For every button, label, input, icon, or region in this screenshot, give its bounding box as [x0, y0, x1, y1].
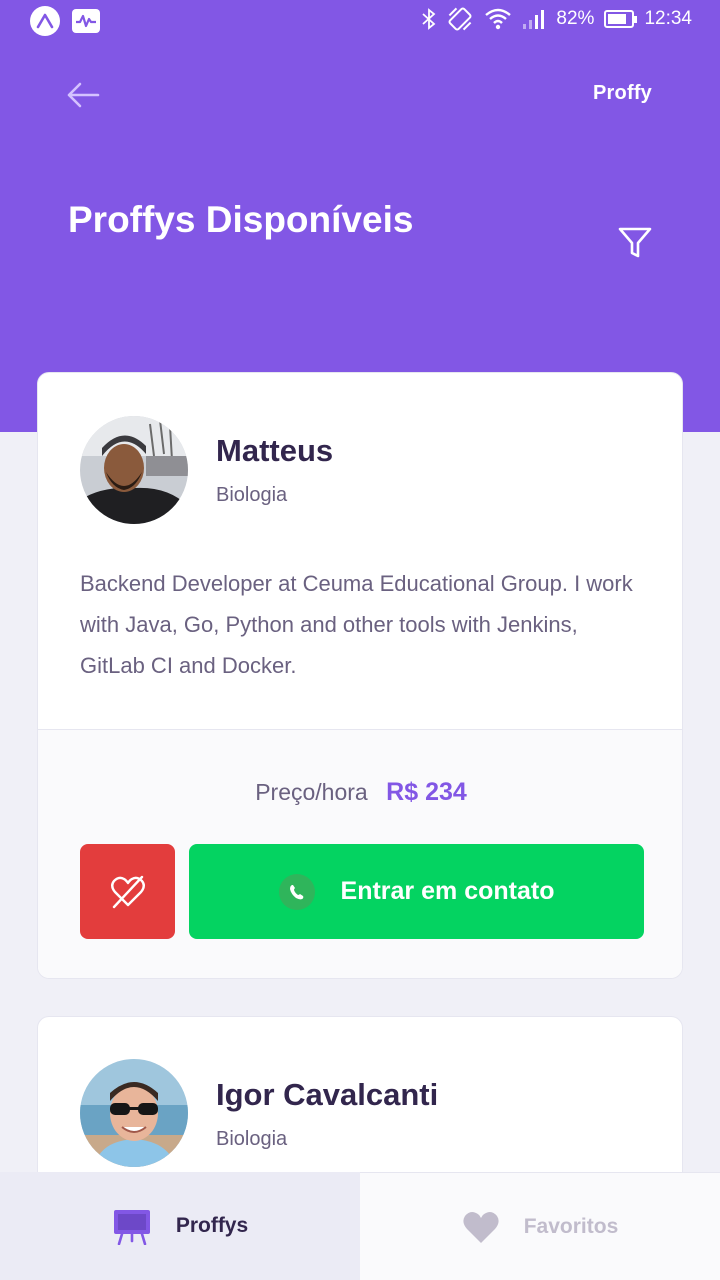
- arrow-left-icon: [67, 82, 100, 108]
- battery-percent: 82%: [556, 8, 595, 29]
- filter-icon: [618, 227, 652, 258]
- teacher-subject: Biologia: [216, 1128, 288, 1150]
- heart-outline-icon: [110, 875, 145, 908]
- vibrate-icon: [448, 7, 472, 31]
- brand-logo: Proffy: [593, 82, 652, 104]
- status-bar: 82% 12:34: [0, 0, 720, 42]
- battery-icon: [604, 10, 638, 28]
- page-header: 82% 12:34 Proffy Proffys Disponíveis: [0, 0, 720, 432]
- avatar: [80, 1059, 188, 1167]
- contact-button[interactable]: Entrar em contato: [189, 844, 644, 939]
- wifi-icon: [485, 8, 512, 30]
- signal-icon: [523, 10, 545, 29]
- activity-app-icon: [72, 9, 100, 33]
- contact-label: Entrar em contato: [340, 877, 555, 905]
- page-title: Proffys Disponíveis: [68, 199, 414, 240]
- tab-favoritos[interactable]: Favoritos: [360, 1172, 720, 1280]
- expo-app-icon: [30, 6, 60, 36]
- teacher-name: Igor Cavalcanti: [216, 1077, 439, 1112]
- teacher-name: Matteus: [216, 433, 334, 468]
- price-value: R$ 234: [386, 778, 467, 806]
- tab-label: Proffys: [175, 1214, 249, 1237]
- clock: 12:34: [644, 8, 692, 29]
- card-footer: Preço/hora R$ 234 Entrar em contato: [38, 729, 682, 978]
- whatsapp-icon: [278, 873, 315, 910]
- back-button[interactable]: [66, 80, 100, 110]
- price-row: Preço/hora R$ 234: [38, 778, 682, 807]
- battery-level: [608, 14, 627, 24]
- teacher-bio: Backend Developer at Ceuma Educational G…: [80, 571, 633, 678]
- heart-icon: [463, 1211, 499, 1243]
- avatar: [80, 416, 188, 524]
- teacher-subject: Biologia: [216, 484, 288, 506]
- tab-label: Favoritos: [523, 1214, 619, 1238]
- unfavorite-button[interactable]: [80, 844, 175, 939]
- bottom-tab-bar: Proffys Favoritos: [0, 1172, 720, 1280]
- notification-icons: [30, 6, 100, 36]
- bluetooth-icon: [422, 8, 436, 30]
- teacher-card: Matteus Biologia Backend Developer at Ce…: [37, 372, 683, 979]
- tab-proffys[interactable]: Proffys: [0, 1172, 360, 1280]
- price-label: Preço/hora: [255, 779, 368, 805]
- filter-button[interactable]: [617, 226, 653, 260]
- system-status: 82% 12:34: [422, 6, 692, 32]
- easel-icon: [113, 1210, 150, 1245]
